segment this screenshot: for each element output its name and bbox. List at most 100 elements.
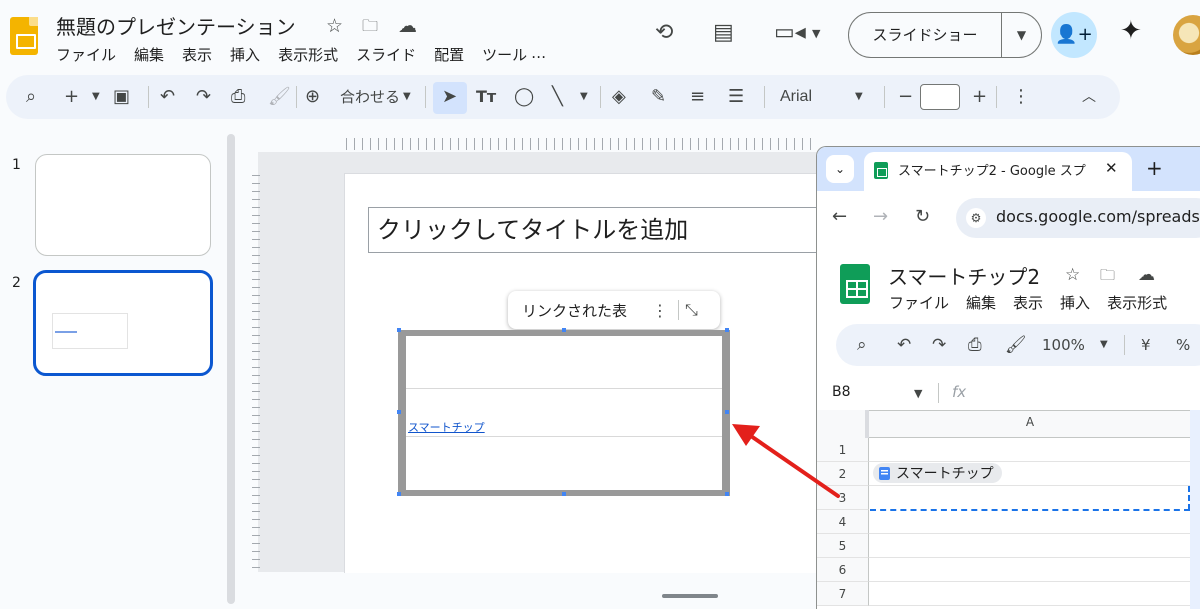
document-title[interactable]: 無題のプレゼンテーション xyxy=(56,11,296,40)
search-menus-icon[interactable]: ⌕ xyxy=(857,334,867,356)
collapse-toolbar-icon[interactable]: ︿ xyxy=(1082,86,1096,108)
border-color-icon[interactable]: ✎ xyxy=(651,86,666,108)
close-tab-icon[interactable]: ✕ xyxy=(1105,159,1118,177)
resize-handle-left[interactable] xyxy=(397,410,401,414)
zoom-dropdown-icon[interactable]: ▼ xyxy=(1100,334,1108,356)
name-box-dropdown-icon[interactable]: ▼ xyxy=(914,387,922,400)
linked-table[interactable] xyxy=(406,336,722,490)
resize-handle-right[interactable] xyxy=(725,410,729,414)
font-dropdown-icon[interactable]: ▼ xyxy=(855,86,863,108)
title-placeholder[interactable]: クリックしてタイトルを追加 xyxy=(368,207,818,253)
cloud-saved-icon[interactable]: ☁ xyxy=(398,15,417,37)
slideshow-dropdown-icon[interactable]: ▼ xyxy=(1002,28,1041,42)
resize-handle-corner[interactable] xyxy=(725,492,729,496)
fill-color-icon[interactable]: ◈ xyxy=(612,86,626,108)
resize-handle-corner[interactable] xyxy=(725,328,729,332)
zoom-icon[interactable]: ⊕ xyxy=(305,86,320,108)
forward-arrow-icon[interactable]: → xyxy=(873,206,888,227)
row-header[interactable]: 6 xyxy=(817,558,869,582)
new-slide-dropdown-icon[interactable]: ▼ xyxy=(92,86,100,108)
filmstrip-scrollbar[interactable] xyxy=(227,134,235,604)
gemini-spark-icon[interactable]: ✦ xyxy=(1120,16,1142,46)
border-weight-icon[interactable]: ≡ xyxy=(690,86,705,108)
menu-view[interactable]: 表示 xyxy=(1013,292,1043,313)
paint-format-icon[interactable]: 🖌 xyxy=(268,86,291,108)
menu-file[interactable]: ファイル xyxy=(56,44,116,65)
zoom-dropdown-icon[interactable]: ▼ xyxy=(403,86,411,108)
zoom-select[interactable]: 合わせる xyxy=(340,86,400,108)
resize-handle-corner[interactable] xyxy=(397,492,401,496)
menu-edit[interactable]: 編集 xyxy=(966,292,996,313)
slideshow-button[interactable]: スライドショー xyxy=(849,13,1002,57)
more-options-icon[interactable]: ⋮ xyxy=(1012,86,1030,108)
share-add-person-icon[interactable]: 👤+ xyxy=(1051,12,1097,58)
account-avatar[interactable] xyxy=(1173,15,1200,55)
percent-format-button[interactable]: % xyxy=(1176,334,1190,356)
sheet-document-title[interactable]: スマートチップ2 xyxy=(888,261,1040,290)
line-icon[interactable]: ╲ xyxy=(552,86,563,108)
increase-font-size-icon[interactable]: + xyxy=(972,86,987,108)
font-size-input[interactable] xyxy=(920,84,960,110)
new-tab-icon[interactable]: + xyxy=(1146,156,1163,180)
star-icon[interactable]: ☆ xyxy=(326,15,343,37)
shape-icon[interactable]: ◯ xyxy=(514,86,534,108)
linked-table-more-icon[interactable]: ⋮ xyxy=(648,301,672,320)
cloud-saved-icon[interactable]: ☁ xyxy=(1138,265,1155,285)
undo-icon[interactable]: ↶ xyxy=(897,334,911,356)
smart-chip[interactable]: スマートチップ xyxy=(873,463,1002,483)
row-header[interactable]: 4 xyxy=(817,510,869,534)
redo-icon[interactable]: ↷ xyxy=(196,86,211,108)
line-dropdown-icon[interactable]: ▼ xyxy=(580,86,588,108)
print-icon[interactable]: ⎙ xyxy=(231,86,245,108)
name-box[interactable]: B8 xyxy=(832,384,851,400)
menu-insert[interactable]: 挿入 xyxy=(230,44,260,65)
slide-thumbnail-1[interactable] xyxy=(35,154,211,256)
paint-format-icon[interactable]: 🖌 xyxy=(1005,334,1027,356)
history-icon[interactable]: ⟲ xyxy=(655,20,673,45)
menu-tools[interactable]: ツール xyxy=(482,44,527,65)
menu-view[interactable]: 表示 xyxy=(182,44,212,65)
move-folder-icon[interactable]: 🗀 xyxy=(362,15,378,42)
select-cursor-icon[interactable]: ➤ xyxy=(442,86,457,108)
sheets-logo[interactable] xyxy=(840,264,870,304)
canvas-scrollbar[interactable] xyxy=(662,594,718,598)
slides-logo[interactable] xyxy=(10,17,38,55)
collapse-arrows-icon[interactable]: ⤡ xyxy=(685,300,698,320)
search-menus-icon[interactable]: ⌕ xyxy=(26,86,36,108)
new-slide-icon[interactable]: + xyxy=(64,86,79,108)
star-icon[interactable]: ☆ xyxy=(1065,265,1080,285)
tab-search-dropdown-icon[interactable]: ⌄ xyxy=(826,155,854,183)
table-cell-smart-chip-link[interactable]: スマートチップ xyxy=(408,419,485,435)
column-header-a[interactable]: A xyxy=(870,415,1190,429)
menu-format[interactable]: 表示形式 xyxy=(278,44,338,65)
menu-more[interactable]: … xyxy=(531,44,546,65)
resize-handle-corner[interactable] xyxy=(397,328,401,332)
font-select[interactable]: Arial xyxy=(780,86,812,108)
menu-format[interactable]: 表示形式 xyxy=(1107,292,1167,313)
row-header[interactable]: 5 xyxy=(817,534,869,558)
menu-edit[interactable]: 編集 xyxy=(134,44,164,65)
menu-file[interactable]: ファイル xyxy=(889,292,949,313)
slide-thumbnail-2-selected[interactable] xyxy=(33,270,213,376)
zoom-select[interactable]: 100% xyxy=(1042,334,1085,356)
resize-handle-top[interactable] xyxy=(562,328,566,332)
meet-icon[interactable]: ▭◂ xyxy=(774,20,806,45)
menu-slide[interactable]: スライド xyxy=(356,44,416,65)
resize-handle-bottom[interactable] xyxy=(562,492,566,496)
url-text[interactable]: docs.google.com/spreadsheets xyxy=(996,207,1200,226)
row-header[interactable]: 7 xyxy=(817,582,869,606)
move-folder-icon[interactable]: 🗀 xyxy=(1100,265,1115,290)
redo-icon[interactable]: ↷ xyxy=(932,334,946,356)
reload-icon[interactable]: ↻ xyxy=(915,206,930,227)
currency-format-button[interactable]: ¥ xyxy=(1141,334,1151,356)
menu-insert[interactable]: 挿入 xyxy=(1060,292,1090,313)
new-slide-layout-icon[interactable]: ▣ xyxy=(113,86,130,108)
print-icon[interactable]: ⎙ xyxy=(968,334,982,356)
border-dash-icon[interactable]: ☰ xyxy=(728,86,744,108)
decrease-font-size-icon[interactable]: − xyxy=(898,86,913,108)
back-arrow-icon[interactable]: ← xyxy=(832,206,847,227)
text-box-icon[interactable]: Tт xyxy=(476,86,496,108)
meet-dropdown-icon[interactable]: ▼ xyxy=(812,27,820,40)
menu-arrange[interactable]: 配置 xyxy=(434,44,464,65)
site-info-icon[interactable]: ⚙ xyxy=(966,208,986,228)
